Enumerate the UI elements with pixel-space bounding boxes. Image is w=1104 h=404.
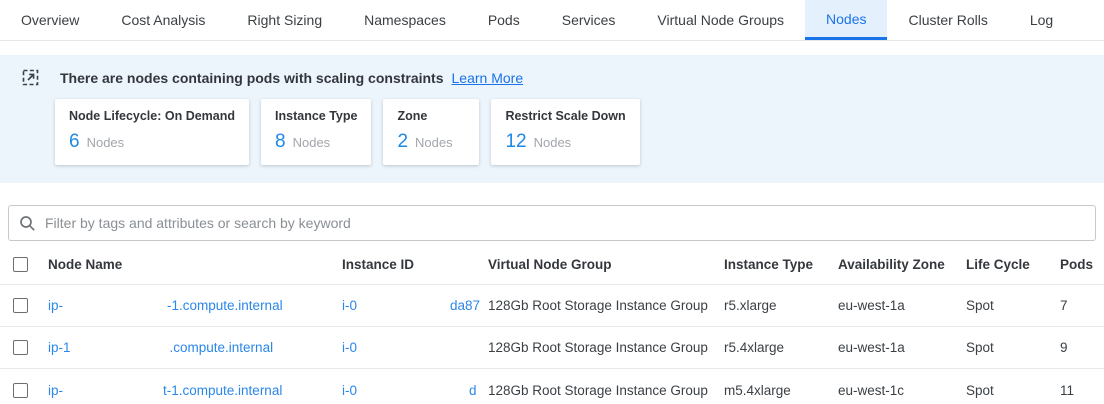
scale-up-icon (22, 69, 39, 86)
search-input[interactable] (45, 215, 1085, 231)
instance-id-cell[interactable]: i-0da87 (334, 298, 480, 313)
node-name-cell[interactable]: ip--1.compute.internal (40, 298, 334, 313)
table-row: ip-t-1.compute.internal i-0d 128Gb Root … (0, 369, 1104, 404)
nodes-table: Node Name Instance ID Virtual Node Group… (0, 245, 1104, 404)
scaling-constraints-banner: There are nodes containing pods with sca… (0, 55, 1104, 183)
card-title: Node Lifecycle: On Demand (69, 109, 235, 123)
node-name-link[interactable]: ip- (48, 298, 63, 313)
tab-cost-analysis[interactable]: Cost Analysis (100, 0, 226, 40)
card-unit: Nodes (87, 135, 125, 150)
redacted-gap (63, 390, 163, 391)
banner-message: There are nodes containing pods with sca… (60, 70, 444, 86)
instance-type-cell: r5.4xlarge (716, 340, 830, 355)
vng-cell: 128Gb Root Storage Instance Group (480, 298, 716, 313)
card-unit: Nodes (415, 135, 453, 150)
col-virtual-node-group: Virtual Node Group (480, 257, 716, 272)
tab-pods[interactable]: Pods (467, 0, 541, 40)
availability-zone-cell: eu-west-1a (830, 298, 958, 313)
instance-id-link[interactable]: i-0 (342, 340, 357, 355)
card-value: 2 (397, 131, 408, 153)
pods-cell: 9 (1052, 340, 1104, 355)
tab-right-sizing[interactable]: Right Sizing (226, 0, 343, 40)
node-name-cell[interactable]: ip-t-1.compute.internal (40, 383, 334, 398)
learn-more-link[interactable]: Learn More (452, 70, 524, 86)
life-cycle-cell: Spot (958, 340, 1052, 355)
redacted-gap (63, 305, 167, 306)
vng-cell: 128Gb Root Storage Instance Group (480, 383, 716, 398)
row-checkbox[interactable] (13, 383, 28, 398)
life-cycle-cell: Spot (958, 298, 1052, 313)
search-icon (19, 215, 36, 232)
tab-overview[interactable]: Overview (0, 0, 100, 40)
tab-log[interactable]: Log (1009, 0, 1074, 40)
row-checkbox[interactable] (13, 298, 28, 313)
tab-namespaces[interactable]: Namespaces (343, 0, 467, 40)
instance-id-link[interactable]: i-0 (342, 298, 357, 313)
card-value: 6 (69, 131, 80, 153)
col-life-cycle: Life Cycle (958, 257, 1052, 272)
tab-virtual-node-groups[interactable]: Virtual Node Groups (636, 0, 805, 40)
redacted-gap (357, 390, 469, 391)
constraint-cards: Node Lifecycle: On Demand 6 Nodes Instan… (55, 99, 1104, 165)
col-availability-zone: Availability Zone (830, 257, 958, 272)
col-pods: Pods (1052, 257, 1104, 272)
instance-id-cell[interactable]: i-0d (334, 383, 480, 398)
select-all-checkbox[interactable] (13, 257, 28, 272)
table-row: ip--1.compute.internal i-0da87 128Gb Roo… (0, 285, 1104, 327)
availability-zone-cell: eu-west-1c (830, 383, 958, 398)
vng-cell: 128Gb Root Storage Instance Group (480, 340, 716, 355)
life-cycle-cell: Spot (958, 383, 1052, 398)
tab-cluster-rolls[interactable]: Cluster Rolls (887, 0, 1008, 40)
tab-bar: Overview Cost Analysis Right Sizing Name… (0, 0, 1104, 41)
node-name-link[interactable]: ip- (48, 383, 63, 398)
instance-type-cell: r5.xlarge (716, 298, 830, 313)
card-title: Instance Type (275, 109, 357, 123)
row-checkbox[interactable] (13, 340, 28, 355)
node-name-link[interactable]: ip-1 (48, 340, 71, 355)
tab-services[interactable]: Services (541, 0, 637, 40)
card-node-lifecycle-on-demand[interactable]: Node Lifecycle: On Demand 6 Nodes (55, 99, 249, 165)
card-value: 12 (505, 131, 526, 153)
tab-nodes[interactable]: Nodes (805, 0, 887, 40)
col-instance-type: Instance Type (716, 257, 830, 272)
node-name-cell[interactable]: ip-1.compute.internal (40, 340, 334, 355)
card-instance-type[interactable]: Instance Type 8 Nodes (261, 99, 371, 165)
instance-id-link[interactable]: i-0 (342, 383, 357, 398)
instance-id-cell[interactable]: i-0 (334, 340, 480, 355)
redacted-gap (71, 347, 170, 348)
card-title: Zone (397, 109, 465, 123)
card-unit: Nodes (293, 135, 331, 150)
instance-type-cell: m5.4xlarge (716, 383, 830, 398)
card-title: Restrict Scale Down (505, 109, 625, 123)
card-zone[interactable]: Zone 2 Nodes (383, 99, 479, 165)
card-restrict-scale-down[interactable]: Restrict Scale Down 12 Nodes (491, 99, 639, 165)
pods-cell: 7 (1052, 298, 1104, 313)
redacted-gap (357, 305, 450, 306)
table-row: ip-1.compute.internal i-0 128Gb Root Sto… (0, 327, 1104, 369)
card-value: 8 (275, 131, 286, 153)
availability-zone-cell: eu-west-1a (830, 340, 958, 355)
table-header-row: Node Name Instance ID Virtual Node Group… (0, 245, 1104, 285)
card-unit: Nodes (534, 135, 572, 150)
filter-search-box (8, 205, 1096, 241)
col-instance-id: Instance ID (334, 257, 480, 272)
pods-cell: 11 (1052, 383, 1104, 398)
col-node-name: Node Name (40, 257, 334, 272)
